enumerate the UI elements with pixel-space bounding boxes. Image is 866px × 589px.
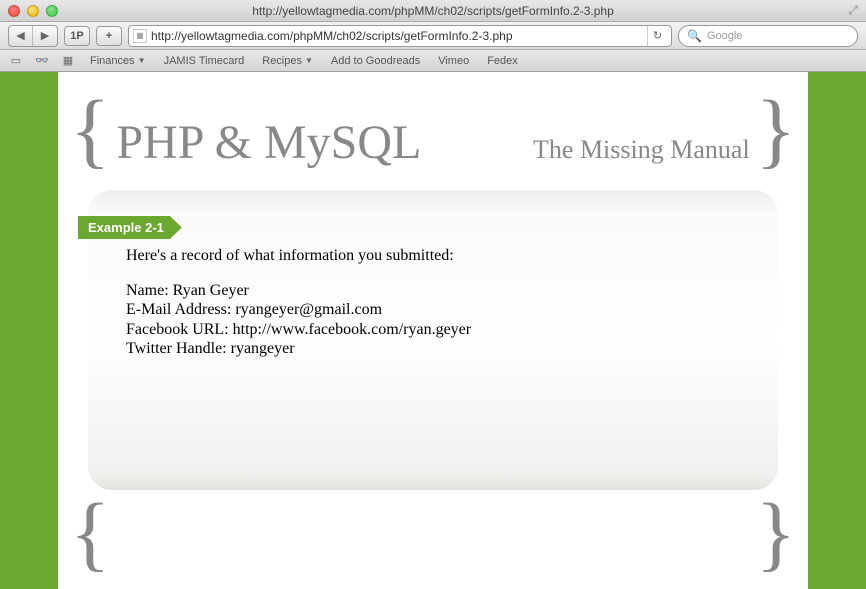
url-bar[interactable]: ▦ http://yellowtagmedia.com/phpMM/ch02/s…: [128, 25, 672, 47]
bookmark-item-jamis[interactable]: JAMIS Timecard: [160, 55, 249, 67]
reading-list-icon[interactable]: 👓: [34, 54, 50, 67]
field-value: ryangeyer@gmail.com: [235, 301, 382, 318]
result-name: Name: Ryan Geyer: [126, 281, 748, 300]
brace-left-icon: {: [70, 97, 110, 164]
traffic-lights: [0, 5, 58, 17]
field-label: Facebook URL:: [126, 321, 229, 338]
bookmark-label: Add to Goodreads: [331, 55, 420, 67]
brace-right-icon: }: [756, 500, 796, 567]
field-label: E-Mail Address:: [126, 301, 231, 318]
back-button[interactable]: ◀: [9, 26, 33, 46]
result-twitter: Twitter Handle: ryangeyer: [126, 339, 748, 358]
onepassword-button[interactable]: 1P: [64, 26, 90, 46]
bookmark-label: JAMIS Timecard: [164, 55, 245, 67]
nav-button-group: ◀ ▶: [8, 25, 58, 47]
chevron-down-icon: ▼: [138, 56, 146, 65]
search-input[interactable]: 🔍 Google: [678, 25, 858, 47]
spacer: [126, 265, 748, 281]
zoom-window-button[interactable]: [46, 5, 58, 17]
result-email: E-Mail Address: ryangeyer@gmail.com: [126, 300, 748, 319]
field-value: Ryan Geyer: [173, 282, 249, 299]
reload-button[interactable]: ↻: [647, 26, 667, 46]
field-value: ryangeyer: [231, 340, 295, 357]
window-titlebar: http://yellowtagmedia.com/phpMM/ch02/scr…: [0, 0, 866, 22]
intro-line: Here's a record of what information you …: [126, 246, 748, 265]
search-placeholder: Google: [707, 30, 742, 42]
window-title: http://yellowtagmedia.com/phpMM/ch02/scr…: [0, 4, 866, 18]
example-tag: Example 2-1: [78, 216, 182, 239]
content-panel: Example 2-1 Here's a record of what info…: [88, 190, 778, 490]
search-icon: 🔍: [687, 29, 702, 43]
bookmark-item-goodreads[interactable]: Add to Goodreads: [327, 55, 424, 67]
viewport: { PHP & MySQL The Missing Manual } Examp…: [0, 72, 866, 589]
page-content: { PHP & MySQL The Missing Manual } Examp…: [58, 72, 808, 589]
browser-toolbar: ◀ ▶ 1P + ▦ http://yellowtagmedia.com/php…: [0, 22, 866, 50]
main-title-group: { PHP & MySQL: [70, 97, 421, 170]
show-bookmarks-icon[interactable]: ▭: [8, 54, 24, 67]
top-sites-icon[interactable]: ▦: [60, 54, 76, 67]
bookmark-item-finances[interactable]: Finances ▼: [86, 55, 150, 67]
brace-right-icon: }: [756, 97, 796, 164]
page-subtitle: The Missing Manual: [533, 135, 750, 165]
page-title: PHP & MySQL: [116, 115, 421, 170]
field-label: Name:: [126, 282, 169, 299]
field-value: http://www.facebook.com/ryan.geyer: [233, 321, 471, 338]
bookmark-item-recipes[interactable]: Recipes ▼: [258, 55, 317, 67]
bookmark-label: Vimeo: [438, 55, 469, 67]
favicon-icon: ▦: [133, 29, 147, 43]
bookmark-label: Fedex: [487, 55, 518, 67]
bookmark-bar: ▭ 👓 ▦ Finances ▼ JAMIS Timecard Recipes …: [0, 50, 866, 72]
page-header: { PHP & MySQL The Missing Manual }: [58, 97, 808, 170]
add-bookmark-button[interactable]: +: [96, 26, 122, 46]
bookmark-item-fedex[interactable]: Fedex: [483, 55, 522, 67]
field-label: Twitter Handle:: [126, 340, 227, 357]
fullscreen-icon[interactable]: ⤢: [848, 3, 858, 18]
result-facebook: Facebook URL: http://www.facebook.com/ry…: [126, 320, 748, 339]
url-text: http://yellowtagmedia.com/phpMM/ch02/scr…: [151, 29, 643, 43]
forward-button[interactable]: ▶: [33, 26, 57, 46]
result-text: Here's a record of what information you …: [118, 246, 748, 358]
footer-braces: { }: [58, 500, 808, 567]
minimize-window-button[interactable]: [27, 5, 39, 17]
chevron-down-icon: ▼: [305, 56, 313, 65]
bookmark-label: Finances: [90, 55, 135, 67]
close-window-button[interactable]: [8, 5, 20, 17]
bookmark-item-vimeo[interactable]: Vimeo: [434, 55, 473, 67]
bookmark-label: Recipes: [262, 55, 302, 67]
brace-left-icon: {: [70, 500, 110, 567]
subtitle-group: The Missing Manual }: [533, 97, 796, 165]
